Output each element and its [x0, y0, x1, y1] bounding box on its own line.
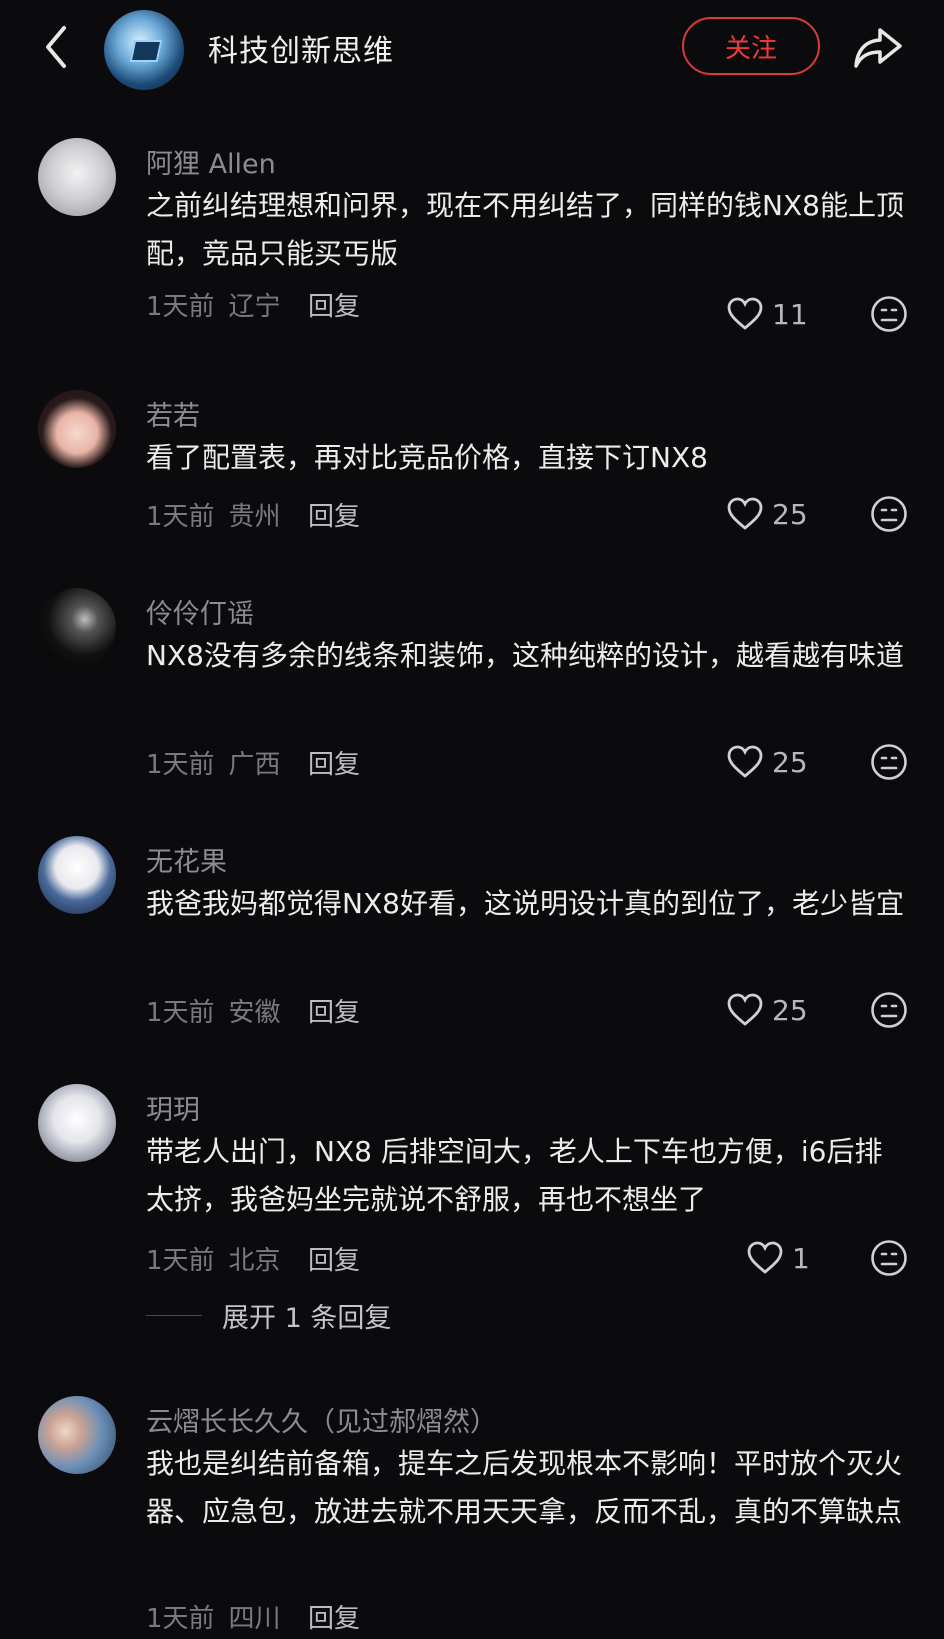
comment-location: 广西	[228, 750, 281, 780]
comment-text: 我也是纠结前备箱，提车之后发现根本不影响！平时放个灭火器、应急包，放进去就不用天…	[146, 1447, 903, 1528]
comment-meta: 1天前 北京	[146, 1240, 281, 1277]
comment-username[interactable]: 无花果	[146, 840, 227, 879]
like-count: 1	[792, 1241, 810, 1275]
like-button[interactable]: 25	[726, 494, 808, 534]
like-button[interactable]: 11	[726, 294, 808, 334]
comment-text: 之前纠结理想和问界，现在不用纠结了，同样的钱NX8能上顶配，竞品只能买丐版	[146, 189, 904, 270]
like-count: 25	[772, 745, 808, 779]
dislike-face-icon[interactable]	[870, 1239, 908, 1277]
reply-button[interactable]: 回复	[308, 992, 360, 1029]
comment-meta: 1天前 安徽	[146, 992, 281, 1029]
heart-icon	[727, 497, 763, 530]
like-button[interactable]: 25	[726, 990, 808, 1030]
like-button[interactable]: 25	[726, 742, 808, 782]
comment-text: NX8没有多余的线条和装饰，这种纯粹的设计，越看越有味道	[146, 639, 904, 672]
comment-username[interactable]: 云熠长长久久（见过郝熠然）	[146, 1400, 497, 1439]
dislike-face-icon[interactable]	[870, 295, 908, 333]
comment-username[interactable]: 阿狸 Allen	[146, 142, 276, 181]
like-count: 25	[772, 497, 808, 531]
comment-text: 看了配置表，再对比竞品价格，直接下订NX8	[146, 441, 708, 474]
user-avatar[interactable]	[38, 1084, 116, 1162]
comment-time: 1天前	[146, 1246, 215, 1276]
user-avatar[interactable]	[38, 138, 116, 216]
user-avatar[interactable]	[38, 588, 116, 666]
comment-time: 1天前	[146, 502, 215, 532]
reply-button[interactable]: 回复	[308, 286, 360, 323]
top-bar: 科技创新思维 关注	[0, 0, 944, 100]
reply-button[interactable]: 回复	[308, 744, 360, 781]
like-button[interactable]: 1	[746, 1238, 810, 1278]
comment-time: 1天前	[146, 292, 215, 322]
like-count: 11	[772, 297, 808, 331]
share-icon[interactable]	[852, 22, 904, 72]
user-avatar[interactable]	[38, 390, 116, 468]
comment-meta: 1天前 四川	[146, 1598, 281, 1635]
heart-icon	[727, 993, 763, 1026]
comment-username[interactable]: 若若	[146, 394, 200, 433]
user-avatar[interactable]	[38, 836, 116, 914]
comment-meta: 1天前 贵州	[146, 496, 281, 533]
heart-icon	[727, 297, 763, 330]
follow-button[interactable]: 关注	[682, 17, 820, 75]
dislike-face-icon[interactable]	[870, 991, 908, 1029]
heart-icon	[727, 745, 763, 778]
comment-time: 1天前	[146, 1604, 215, 1634]
comment-location: 四川	[228, 1604, 281, 1634]
dislike-face-icon[interactable]	[870, 495, 908, 533]
comment-time: 1天前	[146, 750, 215, 780]
expand-replies-label: 展开 1 条回复	[222, 1303, 392, 1334]
comment-time: 1天前	[146, 998, 215, 1028]
comment-text: 带老人出门，NX8 后排空间大，老人上下车也方便，i6后排太挤，我爸妈坐完就说不…	[146, 1135, 883, 1216]
heart-icon	[747, 1241, 783, 1274]
comment-text: 我爸我妈都觉得NX8好看，这说明设计真的到位了，老少皆宜	[146, 887, 904, 920]
expand-replies-button[interactable]: 展开 1 条回复	[146, 1296, 391, 1335]
reply-button[interactable]: 回复	[308, 1240, 360, 1277]
comment-username[interactable]: 伶伶仃谣	[146, 592, 254, 631]
comment-location: 贵州	[228, 502, 281, 532]
comment-meta: 1天前 广西	[146, 744, 281, 781]
back-arrow-icon[interactable]	[38, 22, 78, 72]
comment-location: 辽宁	[228, 292, 281, 322]
like-count: 25	[772, 993, 808, 1027]
user-avatar[interactable]	[38, 1396, 116, 1474]
comment-meta: 1天前 辽宁	[146, 286, 281, 323]
comment-username[interactable]: 玥玥	[146, 1088, 200, 1127]
comment-location: 北京	[228, 1246, 281, 1276]
reply-button[interactable]: 回复	[308, 1598, 360, 1635]
channel-name[interactable]: 科技创新思维	[208, 26, 394, 70]
dislike-face-icon[interactable]	[870, 743, 908, 781]
reply-button[interactable]: 回复	[308, 496, 360, 533]
channel-avatar[interactable]	[104, 10, 184, 90]
divider-line	[146, 1315, 202, 1316]
comment-location: 安徽	[228, 998, 281, 1028]
